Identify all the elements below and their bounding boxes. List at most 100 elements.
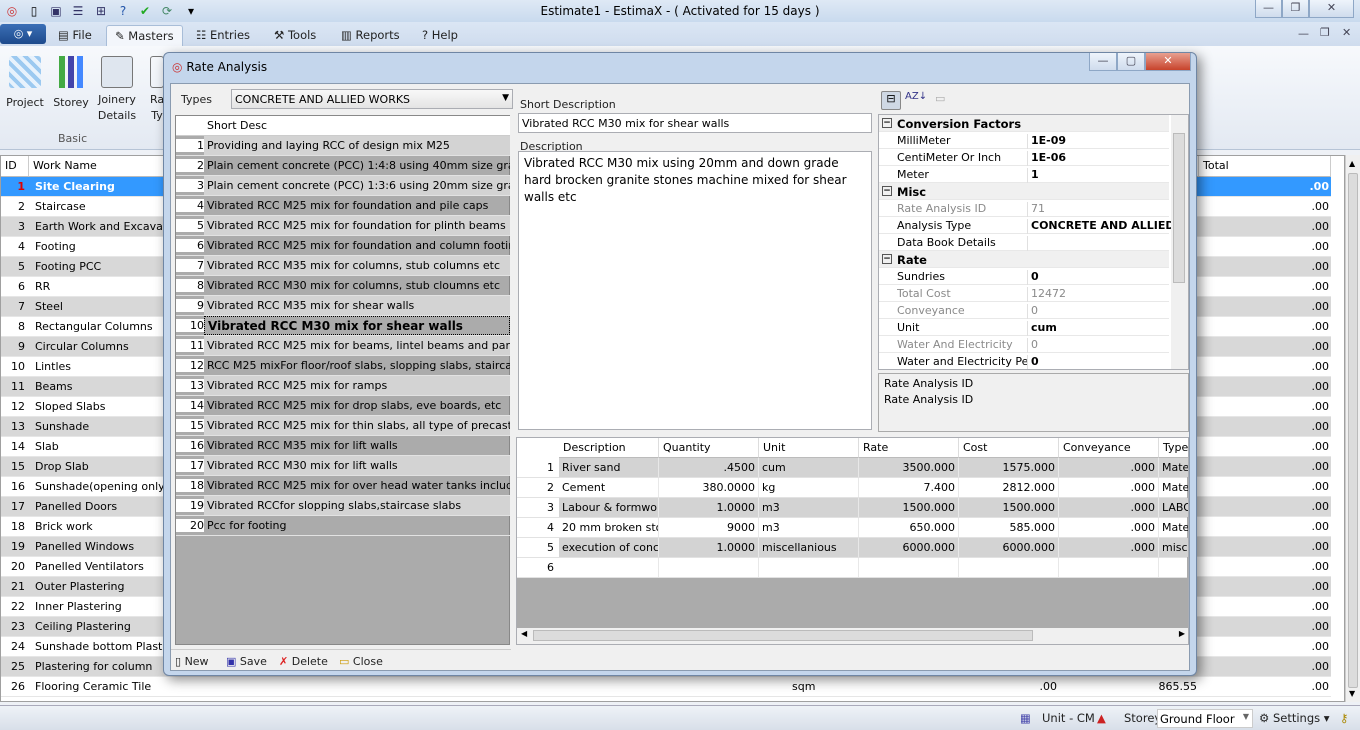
list-item[interactable]: 16 Vibrated RCC M35 mix for lift walls xyxy=(176,436,510,456)
cell[interactable]: .000 xyxy=(1059,538,1159,557)
types-dropdown[interactable]: CONCRETE AND ALLIED WORKS ▼ xyxy=(231,89,513,109)
tab-reports[interactable]: ▥ Reports xyxy=(333,25,408,46)
list-item[interactable]: 11 Vibrated RCC M25 mix for beams, lintel… xyxy=(176,336,510,356)
property-value[interactable]: 0 xyxy=(1031,338,1171,351)
property-category[interactable]: − Rate xyxy=(879,251,1169,268)
cell[interactable]: 6000.000 xyxy=(859,538,959,557)
property-value[interactable]: 1 xyxy=(1031,168,1171,181)
tab-entries[interactable]: ☷ Entries xyxy=(188,25,258,46)
list-item[interactable]: 6 Vibrated RCC M25 mix for foundation and… xyxy=(176,236,510,256)
cell[interactable]: LABOUR xyxy=(1159,498,1188,517)
cell[interactable]: 1.0000 xyxy=(659,498,759,517)
cell[interactable]: .000 xyxy=(1059,498,1159,517)
list-item[interactable]: 15 Vibrated RCC M25 mix for thin slabs, a… xyxy=(176,416,510,436)
list-header-short-desc[interactable]: Short Desc xyxy=(207,119,267,132)
settings-button[interactable]: ⚙ Settings ▾ xyxy=(1259,711,1330,725)
vertical-scrollbar[interactable]: ▲ ▼ xyxy=(1345,155,1360,702)
property-row[interactable]: Meter 1 xyxy=(879,166,1169,183)
dialog-minimize-button[interactable]: — xyxy=(1089,53,1117,71)
new-button[interactable]: ▯ New xyxy=(175,655,209,668)
minimize-button[interactable]: — xyxy=(1255,0,1282,18)
collapse-icon[interactable]: − xyxy=(882,254,892,264)
property-value[interactable]: 1E-09 xyxy=(1031,134,1171,147)
property-pages-icon[interactable]: ▭ xyxy=(935,92,945,105)
list-item[interactable]: 5 Vibrated RCC M25 mix for foundation for… xyxy=(176,216,510,236)
autocad-icon[interactable]: ▲ xyxy=(1097,711,1106,725)
delete-button[interactable]: ✗ Delete xyxy=(279,655,328,668)
property-category[interactable]: − Conversion Factors xyxy=(879,115,1169,132)
cell[interactable] xyxy=(559,558,659,577)
list-item[interactable]: 20 Pcc for footing xyxy=(176,516,510,536)
cell[interactable]: .000 xyxy=(1059,458,1159,477)
cell[interactable] xyxy=(659,558,759,577)
mdi-minimize-icon[interactable]: — xyxy=(1298,27,1309,40)
table-row[interactable]: 2 Cement380.0000kg7.4002812.000.000Materi… xyxy=(517,478,1188,498)
cell[interactable]: 2812.000 xyxy=(959,478,1059,497)
cell[interactable] xyxy=(1059,558,1159,577)
column-header[interactable]: Unit xyxy=(759,438,859,458)
cell[interactable]: miscellanious xyxy=(759,538,859,557)
rate-types-button[interactable]: Ra Ty xyxy=(150,56,164,124)
new-row[interactable]: 6 xyxy=(517,558,1187,578)
column-header[interactable]: Rate xyxy=(859,438,959,458)
tab-file[interactable]: ▤ File xyxy=(50,25,100,46)
list-item[interactable]: 9 Vibrated RCC M35 mix for shear walls xyxy=(176,296,510,316)
property-row[interactable]: Water and Electricity Percentage0 xyxy=(879,353,1169,369)
description-textarea[interactable]: Vibrated RCC M30 mix using 20mm and down… xyxy=(518,151,872,430)
property-value[interactable]: 0 xyxy=(1031,304,1171,317)
cell[interactable]: m3 xyxy=(759,518,859,537)
cell[interactable]: 1500.000 xyxy=(859,498,959,517)
property-row[interactable]: Rate Analysis ID 71 xyxy=(879,200,1169,217)
property-row[interactable]: Unit cum xyxy=(879,319,1169,336)
column-header-total[interactable]: Total xyxy=(1199,156,1331,177)
list-item[interactable]: 3 Plain cement concrete (PCC) 1:3:6 using… xyxy=(176,176,510,196)
restore-button[interactable]: ❐ xyxy=(1282,0,1309,18)
column-header[interactable]: Description xyxy=(559,438,659,458)
list-item[interactable]: 8 Vibrated RCC M30 mix for columns, stub … xyxy=(176,276,510,296)
property-value[interactable]: 71 xyxy=(1031,202,1171,215)
list-item[interactable]: 13 Vibrated RCC M25 mix for ramps xyxy=(176,376,510,396)
property-row[interactable]: MilliMeter 1E-09 xyxy=(879,132,1169,149)
property-value[interactable]: 0 xyxy=(1031,270,1171,283)
cell[interactable] xyxy=(759,558,859,577)
cell[interactable]: Cement xyxy=(559,478,659,497)
list-item[interactable]: 12 RCC M25 mixFor floor/roof slabs, slopp… xyxy=(176,356,510,376)
list-item[interactable]: 4 Vibrated RCC M25 mix for foundation and… xyxy=(176,196,510,216)
list-item[interactable]: 10 Vibrated RCC M30 mix for shear walls xyxy=(176,316,510,336)
cell[interactable] xyxy=(859,558,959,577)
table-row[interactable]: 26 Flooring Ceramic Tile sqm .00 865.55 .00 xyxy=(1,677,1331,697)
cell[interactable]: .000 xyxy=(1059,478,1159,497)
cell[interactable]: cum xyxy=(759,458,859,477)
cell[interactable] xyxy=(1159,558,1188,577)
sort-alphabetical-icon[interactable]: AZ↓ xyxy=(905,91,927,102)
tab-tools[interactable]: ⚒ Tools xyxy=(266,25,324,46)
cell[interactable]: 585.000 xyxy=(959,518,1059,537)
table-row[interactable]: 5 execution of concrete1.0000miscellaniou… xyxy=(517,538,1188,558)
short-description-input[interactable]: Vibrated RCC M30 mix for shear walls xyxy=(518,113,872,133)
property-row[interactable]: Water And Electricity 0 xyxy=(879,336,1169,353)
cell[interactable]: 1500.000 xyxy=(959,498,1059,517)
unit-indicator[interactable]: Unit - CM xyxy=(1042,711,1095,725)
cell[interactable]: 650.000 xyxy=(859,518,959,537)
application-menu-button[interactable]: ◎ ▾ xyxy=(0,24,46,44)
property-row[interactable]: Conveyance 0 xyxy=(879,302,1169,319)
list-item[interactable]: 17 Vibrated RCC M30 mix for lift walls xyxy=(176,456,510,476)
cell[interactable]: 7.400 xyxy=(859,478,959,497)
tab-masters[interactable]: ✎ Masters xyxy=(106,25,183,46)
list-item[interactable]: 18 Vibrated RCC M25 mix for over head wat… xyxy=(176,476,510,496)
cell[interactable]: misc xyxy=(1159,538,1188,557)
list-item[interactable]: 7 Vibrated RCC M35 mix for columns, stub … xyxy=(176,256,510,276)
property-row[interactable]: CentiMeter Or Inch 1E-06 xyxy=(879,149,1169,166)
property-scrollbar[interactable] xyxy=(1171,115,1188,369)
close-button[interactable]: ✕ xyxy=(1309,0,1354,18)
list-item[interactable]: 2 Plain cement concrete (PCC) 1:4:8 using… xyxy=(176,156,510,176)
categorized-view-icon[interactable]: ⊟ xyxy=(881,91,901,110)
property-value[interactable]: 12472 xyxy=(1031,287,1171,300)
key-icon[interactable]: ⚷ xyxy=(1340,711,1348,725)
property-category[interactable]: − Misc xyxy=(879,183,1169,200)
close-dialog-button[interactable]: ▭ Close xyxy=(339,655,383,668)
cell[interactable]: kg xyxy=(759,478,859,497)
storey-button[interactable]: Storey xyxy=(52,56,90,109)
project-button[interactable]: Project xyxy=(5,56,45,109)
cell[interactable]: .4500 xyxy=(659,458,759,477)
